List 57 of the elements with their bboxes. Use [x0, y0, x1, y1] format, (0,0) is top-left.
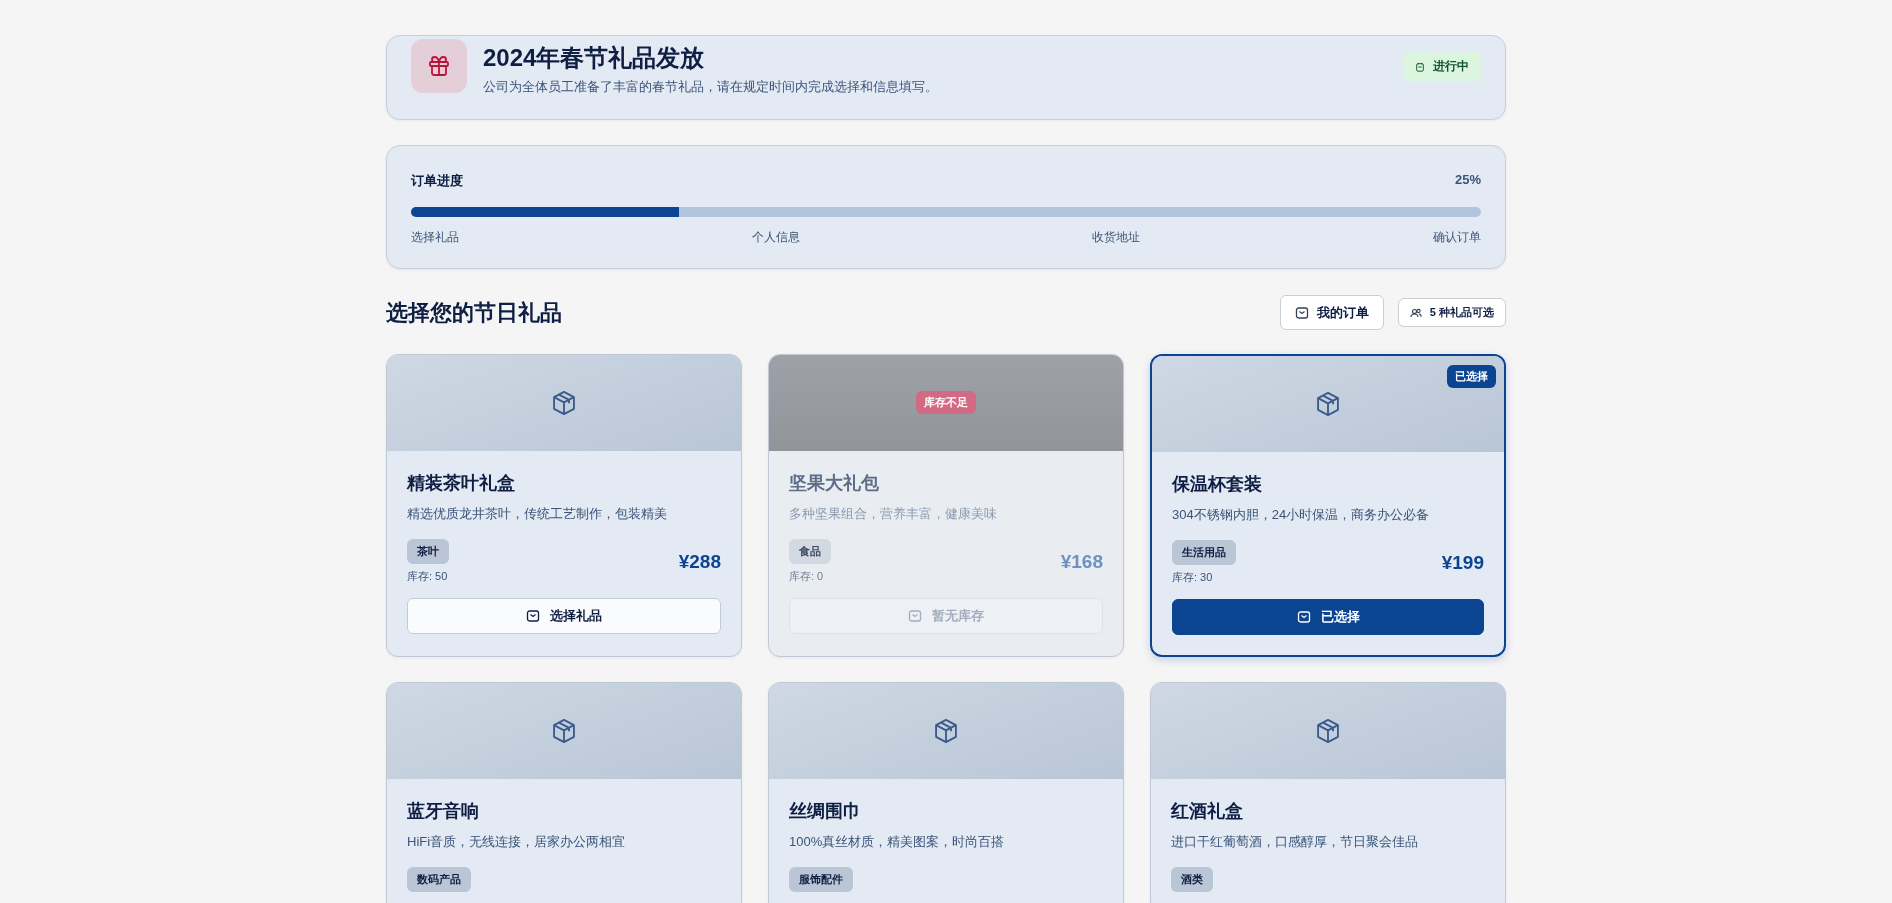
- status-label: 进行中: [1433, 58, 1469, 75]
- gift-name: 丝绸围巾: [789, 800, 862, 823]
- stock-count: 库存: 50: [407, 569, 448, 584]
- gift-price: ¥199: [1441, 551, 1484, 574]
- category-tag: 数码产品: [407, 867, 471, 892]
- inbox-icon: [1296, 610, 1311, 624]
- category-tag: 生活用品: [1172, 540, 1236, 565]
- gift-count-button[interactable]: 5 种礼品可选: [1397, 298, 1506, 327]
- calendar-icon: [1415, 61, 1425, 72]
- category-tag: 酒类: [1171, 867, 1213, 892]
- progress-label: 订单进度: [411, 172, 463, 190]
- page-title: 2024年春节礼品发放: [483, 43, 706, 73]
- stock-count: 库存: 0: [789, 569, 824, 584]
- category-tag: 食品: [789, 539, 831, 564]
- stock-count: 库存: 30: [1172, 570, 1213, 585]
- stock-badge: 已选择: [1447, 365, 1496, 388]
- gift-name: 蓝牙音响: [407, 800, 480, 823]
- inbox-icon: [1294, 305, 1309, 320]
- progress-percent: 25%: [1454, 172, 1481, 189]
- package-icon: [1314, 717, 1342, 745]
- progress-step: 确认订单: [1432, 229, 1481, 246]
- inbox-icon: [908, 609, 922, 623]
- gift-card[interactable]: 红酒礼盒 进口干红葡萄酒，口感醇厚，节日聚会佳品 酒类: [1150, 682, 1506, 903]
- gift-name: 精装茶叶礼盒: [407, 472, 516, 495]
- category-tag: 茶叶: [407, 539, 449, 564]
- gift-price: ¥288: [678, 550, 721, 573]
- gift-card[interactable]: 丝绸围巾 100%真丝材质，精美图案，时尚百搭 服饰配件: [768, 682, 1124, 903]
- gift-name: 坚果大礼包: [789, 472, 880, 495]
- gift-description: HiFi音质，无线连接，居家办公两相宜: [407, 833, 627, 851]
- progress-step: 选择礼品: [411, 229, 459, 246]
- page-subtitle: 公司为全体员工准备了丰富的春节礼品，请在规定时间内完成选择和信息填写。: [483, 78, 939, 96]
- gift-description: 进口干红葡萄酒，口感醇厚，节日聚会佳品: [1171, 833, 1419, 851]
- gift-card[interactable]: 已选择 保温杯套装 304不锈钢内胆，24小时保温，商务办公必备 生活用品 库存: 30 ¥199 已选择: [1150, 354, 1506, 657]
- gift-card[interactable]: 蓝牙音响 HiFi音质，无线连接，居家办公两相宜 数码产品: [386, 682, 742, 903]
- gift-card[interactable]: 精装茶叶礼盒 精选优质龙井茶叶，传统工艺制作，包装精美 茶叶 库存: 50 ¥288 选择礼品: [386, 354, 742, 657]
- package-icon: [550, 717, 578, 745]
- package-icon: [1314, 390, 1342, 418]
- progress-step: 个人信息: [751, 229, 800, 246]
- package-icon: [550, 389, 578, 417]
- select-gift-button[interactable]: 已选择: [1172, 599, 1484, 635]
- my-orders-button[interactable]: 我的订单: [1279, 295, 1384, 330]
- gift-name: 红酒礼盒: [1171, 800, 1244, 823]
- gift-description: 多种坚果组合，营养丰富，健康美味: [789, 505, 998, 523]
- users-icon: [1409, 306, 1422, 319]
- gift-description: 100%真丝材质，精美图案，时尚百搭: [789, 833, 1006, 851]
- stock-badge: 库存不足: [916, 391, 976, 414]
- gift-description: 304不锈钢内胆，24小时保温，商务办公必备: [1172, 506, 1431, 524]
- inbox-icon: [526, 609, 540, 623]
- gift-icon: [411, 39, 467, 93]
- progress-step: 收货地址: [1092, 229, 1141, 246]
- select-gift-button[interactable]: 选择礼品: [407, 598, 721, 634]
- section-title: 选择您的节日礼品: [386, 298, 562, 327]
- gift-price: ¥168: [1060, 550, 1103, 573]
- package-icon: [932, 717, 960, 745]
- gift-description: 精选优质龙井茶叶，传统工艺制作，包装精美: [407, 505, 668, 523]
- category-tag: 服饰配件: [789, 867, 853, 892]
- gift-name: 保温杯套装: [1172, 473, 1263, 496]
